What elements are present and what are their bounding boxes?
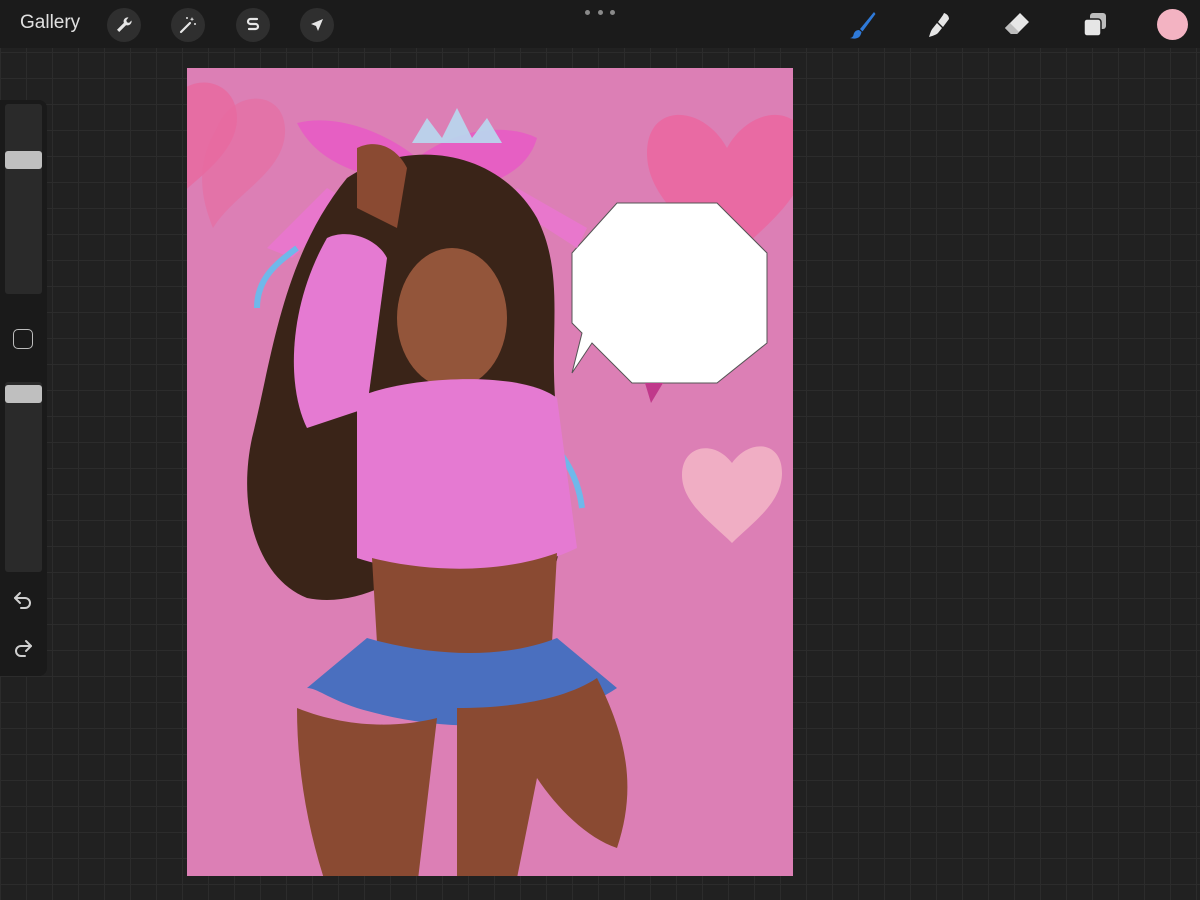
adjustments-button[interactable] (171, 8, 205, 42)
dot (585, 9, 590, 15)
opacity-slider[interactable] (5, 382, 42, 572)
drawing-canvas[interactable] (187, 68, 793, 876)
smudge-tool-button[interactable] (922, 8, 956, 42)
eraser-icon (1005, 13, 1029, 34)
selection-s-icon (246, 17, 260, 31)
artwork-illustration (187, 82, 793, 876)
tiara (412, 108, 502, 143)
layers-icon (1083, 13, 1106, 37)
heart-shape (682, 446, 782, 543)
brush-icon (850, 12, 876, 39)
magic-wand-icon (179, 17, 196, 34)
dot (597, 9, 603, 15)
actions-button[interactable] (107, 8, 141, 42)
redo-icon (15, 640, 32, 657)
undo-button[interactable] (11, 588, 35, 612)
dot (610, 9, 615, 15)
undo-icon (14, 592, 31, 609)
leg (297, 708, 437, 876)
redo-button[interactable] (11, 636, 35, 660)
gallery-button[interactable]: Gallery (20, 12, 80, 34)
torso (372, 553, 557, 658)
smudge-icon (929, 13, 949, 37)
speech-bubble-tail-shadow (645, 383, 663, 403)
transform-button[interactable] (300, 8, 334, 42)
more-options-dots[interactable] (585, 6, 615, 18)
brush-tool-button[interactable] (845, 8, 879, 42)
face (397, 248, 507, 388)
top-toolbar: Gallery (0, 0, 1200, 48)
speech-bubble (571, 202, 768, 384)
wrench-icon (117, 17, 132, 32)
modify-button[interactable] (13, 329, 33, 349)
leg (457, 678, 628, 876)
selection-button[interactable] (236, 8, 270, 42)
color-picker-swatch[interactable] (1157, 9, 1188, 40)
opacity-thumb[interactable] (5, 385, 42, 403)
layers-button[interactable] (1078, 8, 1112, 42)
brush-size-slider[interactable] (5, 104, 42, 294)
left-sidebar (0, 100, 47, 676)
arrow-cursor-icon (311, 19, 323, 31)
brush-size-thumb[interactable] (5, 151, 42, 169)
eraser-tool-button[interactable] (1000, 8, 1034, 42)
